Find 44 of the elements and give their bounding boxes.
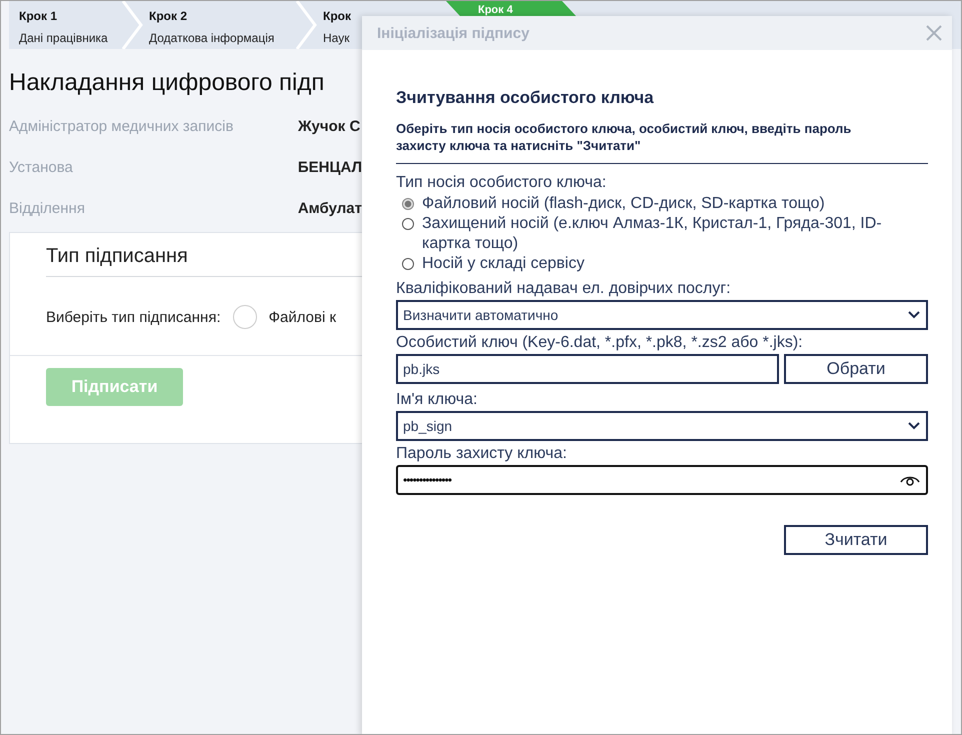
option-label: Файлові к (268, 308, 336, 326)
step-title: Крок 4 (478, 4, 514, 16)
step-subtitle: Наук (323, 31, 350, 45)
field-label: Особистий ключ (Key-6.dat, *.pfx, *.pk8, *.zs2 або *.jks): (396, 334, 804, 352)
prompt-label: Виберіть тип підписання: (46, 308, 221, 326)
read-button[interactable]: Зчитати (784, 525, 928, 555)
field-label: Ім'я ключа: (396, 391, 478, 409)
instructions-text: Оберіть тип носія особистого ключа, особистий ключ, введіть пароль захисту ключа та натисніть "Зчитати" (396, 120, 852, 154)
chevron-separator-icon (121, 1, 143, 49)
step-subtitle: Додаткова інформація (149, 31, 276, 45)
option-label: Файловий носій (flash-диск, CD-диск, SD-картка тощо) (422, 194, 825, 214)
select-field[interactable]: pb_sign (396, 411, 928, 441)
card-title: Тип підписання (46, 245, 362, 277)
detail-label: Адміністратор медичних записів (9, 118, 234, 134)
input-field[interactable]: pb.jks (396, 354, 779, 384)
radio-button[interactable] (402, 258, 414, 270)
choose-button[interactable]: Обрати (784, 354, 928, 384)
detail-value: Жучок С (298, 118, 360, 134)
radio-button[interactable] (402, 198, 414, 210)
detail-label: Відділення (9, 200, 86, 216)
chevron-separator-icon (295, 1, 317, 49)
option-label: Носій у складі сервісу (422, 254, 584, 274)
chevron-down-icon (908, 422, 920, 430)
detail-label: Установа (9, 158, 74, 176)
step-title: Крок (323, 9, 352, 23)
field-label: Пароль захисту ключа: (396, 445, 568, 463)
option-label: Захищений носій (е.ключ Алмаз-1К, Кристал-1, Гряда-301, ID-картка тощо) (422, 214, 883, 254)
password-field[interactable]: ••••••••••••••• (396, 465, 928, 495)
step-subtitle: Дані працівника (19, 31, 109, 45)
chevron-down-icon (908, 311, 920, 319)
step-tab[interactable]: Крок 1 Дані працівника (9, 1, 121, 49)
step-tab[interactable]: Крок Наук (317, 1, 364, 49)
detail-value: Амбулат (298, 200, 362, 216)
step-title: Крок 2 (149, 9, 188, 23)
page-title: Накладання цифрового підп (9, 69, 326, 97)
detail-value: БЕНЦАЛ (298, 158, 362, 176)
radio-button[interactable] (402, 218, 414, 230)
dialog-title: Ініціалізація підпису (377, 24, 530, 42)
select-field[interactable]: Визначити автоматично (396, 300, 928, 330)
field-label: Кваліфікований надавач ел. довірчих послуг: (396, 280, 732, 298)
step-tab[interactable]: Крок 2 Додаткова інформація (143, 1, 295, 49)
step-title: Крок 1 (19, 9, 58, 23)
field-label: Тип носія особистого ключа: (396, 174, 608, 192)
dialog-heading: Зчитування особистого ключа (396, 88, 655, 108)
